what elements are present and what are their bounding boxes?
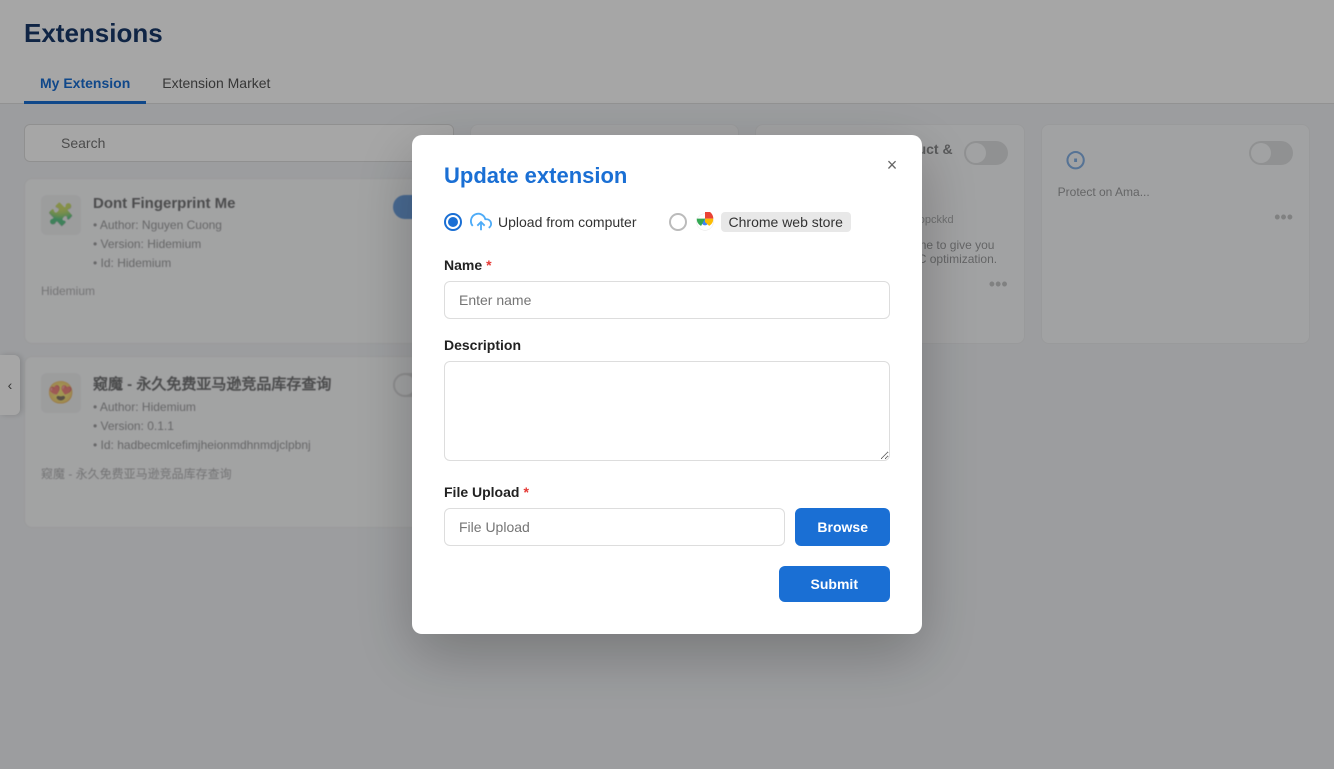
radio-dot-upload	[444, 213, 462, 231]
name-label: Name *	[444, 257, 890, 273]
radio-label-chrome-wrap: Chrome web store	[695, 212, 851, 232]
chrome-icon	[695, 212, 715, 232]
description-label: Description	[444, 337, 890, 353]
browse-button[interactable]: Browse	[795, 508, 890, 546]
submit-row: Submit	[444, 566, 890, 602]
chrome-badge-label: Chrome web store	[721, 212, 851, 232]
submit-button[interactable]: Submit	[779, 566, 890, 602]
file-upload-row: Browse	[444, 508, 890, 546]
update-extension-modal: Update extension × Upload from computer	[412, 135, 922, 634]
modal-close-button[interactable]: ×	[878, 151, 906, 179]
modal-title: Update extension	[444, 163, 890, 189]
radio-label-upload-wrap: Upload from computer	[470, 211, 637, 233]
name-required-star: *	[486, 257, 491, 273]
description-textarea[interactable]	[444, 361, 890, 461]
radio-dot-chrome	[669, 213, 687, 231]
file-upload-label: File Upload *	[444, 484, 890, 500]
modal-overlay: Update extension × Upload from computer	[0, 0, 1334, 769]
radio-group: Upload from computer Chrome web store	[444, 211, 890, 233]
file-required-star: *	[523, 484, 528, 500]
file-upload-input[interactable]	[444, 508, 785, 546]
radio-label-upload: Upload from computer	[498, 214, 637, 230]
upload-cloud-icon	[470, 211, 492, 233]
name-input[interactable]	[444, 281, 890, 319]
radio-upload[interactable]: Upload from computer	[444, 211, 637, 233]
radio-chrome[interactable]: Chrome web store	[669, 211, 851, 233]
